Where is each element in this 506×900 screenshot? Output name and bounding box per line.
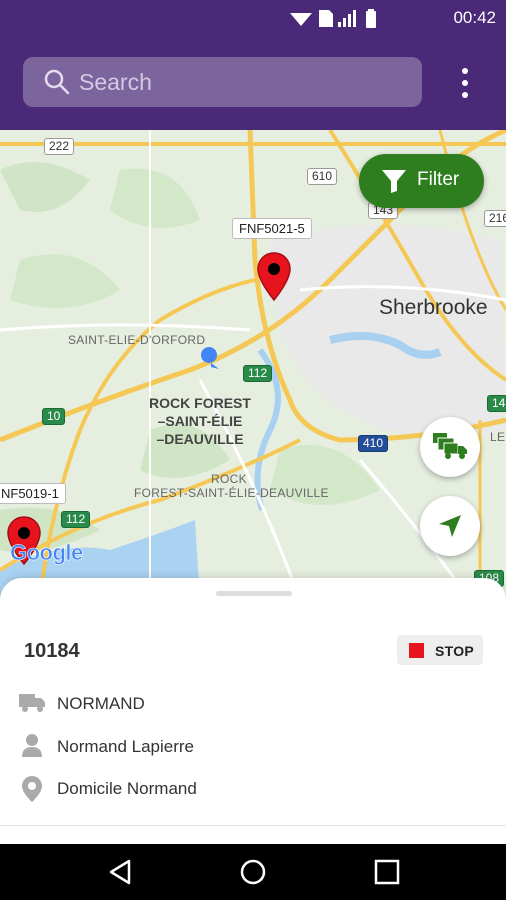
stop-status-icon (409, 643, 424, 658)
truck-fleet-icon (433, 433, 467, 459)
detail-row-driver: Normand Lapierre (18, 733, 488, 763)
marker-label: FNF5021-5 (232, 218, 312, 239)
navigation-arrow-icon (439, 515, 461, 537)
vehicle-details-sheet: 10184 STOP NORMAND Normand Lapierre Domi… (0, 578, 506, 844)
district-line: ROCK FOREST (149, 395, 251, 411)
filter-label: Filter (417, 169, 460, 190)
drag-handle[interactable] (216, 591, 292, 596)
marker-label: NF5019-1 (0, 483, 66, 504)
status-time: 00:42 (453, 8, 496, 27)
route-shield: 14 (487, 395, 506, 412)
route-shield: 112 (61, 511, 91, 528)
status-bar: 00:42 (0, 0, 506, 36)
search-bar[interactable] (23, 57, 422, 107)
vehicle-id: 10184 (24, 640, 80, 662)
district-line: –DEAUVILLE (156, 431, 244, 447)
system-nav-bar (0, 844, 506, 900)
navigate-button[interactable] (420, 496, 480, 556)
divider (0, 825, 506, 826)
route-shield: 112 (243, 365, 273, 382)
recents-icon[interactable] (373, 858, 401, 886)
route-shield: 222 (44, 138, 75, 155)
my-location-icon (201, 347, 219, 369)
truck-icon (19, 694, 45, 712)
map-marker-icon[interactable] (256, 252, 292, 302)
battery-icon (366, 9, 376, 28)
route-shield: 410 (358, 435, 389, 452)
route-shield: 10 (42, 408, 66, 425)
status-badge: STOP (397, 635, 483, 665)
filter-icon (382, 170, 406, 193)
area-label-rock: ROCK (211, 472, 247, 486)
filter-button[interactable]: Filter (359, 154, 484, 208)
detail-row-vehicle: NORMAND (18, 690, 488, 720)
detail-row-location: Domicile Normand (18, 775, 488, 805)
route-shield: 216 (484, 210, 506, 227)
sim-icon (319, 10, 333, 27)
district-label: ROCK FOREST –SAINT-ÉLIE –DEAUVILLE (145, 394, 255, 448)
app-bar (0, 36, 506, 130)
district-line: –SAINT-ÉLIE (157, 413, 243, 429)
signal-icon (338, 10, 356, 27)
area-label-saint-elie: SAINT-ELIE-D'ORFORD (68, 333, 206, 347)
fleet-button[interactable] (420, 417, 480, 477)
google-logo: Google (10, 540, 84, 566)
person-icon (22, 734, 42, 757)
driver-name: Normand Lapierre (57, 737, 195, 756)
more-vertical-icon[interactable] (450, 63, 480, 103)
back-icon[interactable] (106, 858, 134, 886)
area-label-forest: FOREST-SAINT-ÉLIE-DEAUVILLE (134, 486, 329, 500)
route-shield: 610 (307, 168, 338, 185)
vehicle-name: NORMAND (57, 694, 145, 713)
google-logo-text: Google (10, 540, 84, 566)
location-pin-icon (22, 776, 42, 802)
area-label-edge: LEN (490, 430, 506, 444)
location-name: Domicile Normand (57, 779, 197, 798)
search-input[interactable] (79, 57, 409, 107)
wifi-icon (290, 13, 312, 26)
city-label: Sherbrooke (379, 296, 488, 319)
status-label: STOP (435, 643, 475, 659)
status-icons (290, 9, 376, 28)
map-view[interactable]: Sherbrooke SAINT-ELIE-D'ORFORD ROCK FORE… (0, 130, 506, 600)
search-icon (44, 69, 70, 95)
home-icon[interactable] (239, 858, 267, 886)
